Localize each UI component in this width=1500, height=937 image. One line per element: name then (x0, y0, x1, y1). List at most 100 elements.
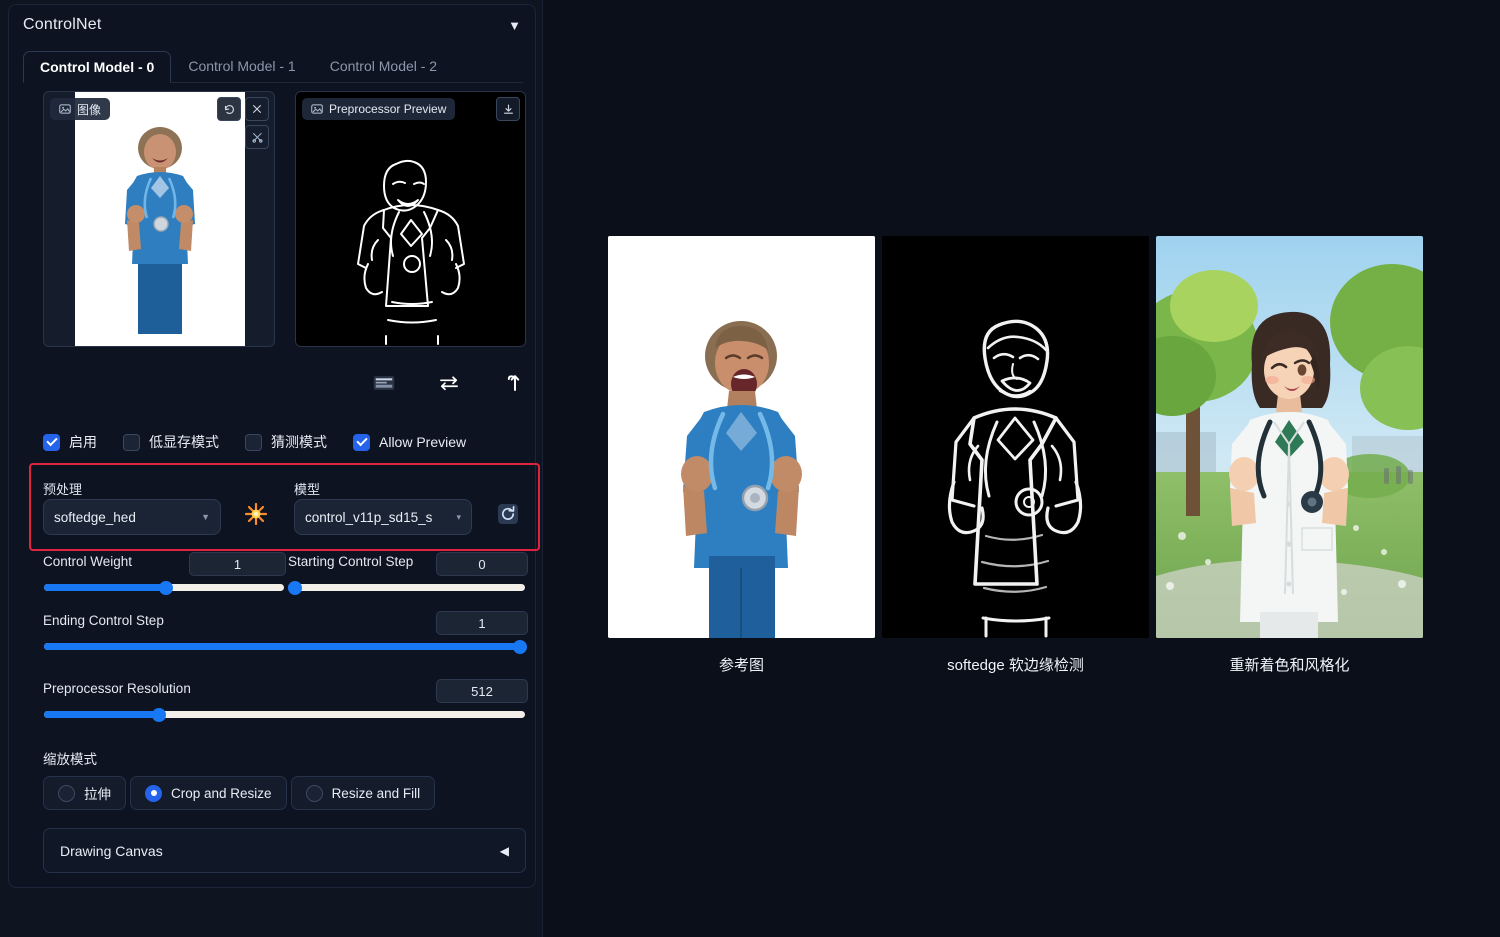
starting-control-step-value[interactable]: 0 (436, 552, 528, 576)
slider-fill (44, 711, 159, 718)
tab-control-model-2[interactable]: Control Model - 2 (313, 50, 454, 82)
softedge-edge-map (882, 236, 1149, 638)
tab-control-model-0[interactable]: Control Model - 0 (23, 51, 171, 83)
control-weight-slider[interactable] (44, 584, 284, 591)
radio-circle (58, 785, 75, 802)
nurse-reference-photo (608, 236, 875, 638)
checkbox-label: 猜测模式 (271, 432, 327, 452)
edit-scissors-icon[interactable] (245, 125, 269, 149)
gallery-item-softedge[interactable]: softedge 软边缘检测 (882, 236, 1149, 638)
page-title: ControlNet (23, 16, 101, 34)
preprocessor-label: 预处理 (43, 479, 82, 498)
radio-label: Resize and Fill (332, 786, 421, 801)
upload-arrow-icon[interactable] (499, 370, 529, 396)
checkbox-allow-preview[interactable]: Allow Preview (353, 434, 466, 451)
image-boxes-row: 图像 (43, 91, 526, 349)
camera-card-icon[interactable] (369, 370, 399, 396)
radio-crop-and-resize[interactable]: Crop and Resize (130, 776, 287, 810)
stylized-nurse-render (1156, 236, 1423, 638)
starting-control-step-slider[interactable] (288, 584, 525, 591)
checkbox-low-vram[interactable]: 低显存模式 (123, 432, 219, 452)
nurse-photo-thumb (75, 92, 245, 347)
slider-knob[interactable] (513, 640, 527, 654)
checkbox-enable[interactable]: 启用 (43, 432, 97, 452)
input-photo (75, 92, 245, 346)
option-checkbox-row: 启用 低显存模式 猜测模式 Allow Preview (43, 429, 526, 455)
ending-control-step-label: Ending Control Step (43, 613, 164, 628)
control-weight-value[interactable]: 1 (189, 552, 286, 576)
tab-label: Control Model - 0 (40, 59, 154, 75)
control-weight-label: Control Weight (43, 554, 132, 569)
preprocessor-select[interactable]: softedge_hed ▼ (43, 499, 221, 535)
gallery-caption: softedge 软边缘检测 (882, 654, 1149, 675)
checkbox-box (123, 434, 140, 451)
preprocessor-resolution-label: Preprocessor Resolution (43, 681, 191, 696)
checkbox-label: Allow Preview (379, 434, 466, 450)
drawing-canvas-accordion[interactable]: Drawing Canvas ◀ (43, 828, 526, 873)
checkbox-box (353, 434, 370, 451)
tab-label: Control Model - 1 (188, 58, 295, 74)
input-image-tag-label: 图像 (77, 101, 101, 118)
radio-circle (306, 785, 323, 802)
preprocessor-value: softedge_hed (54, 510, 195, 525)
checkbox-label: 低显存模式 (149, 432, 219, 452)
checkbox-label: 启用 (69, 432, 97, 452)
controlnet-panel-body: ControlNet ▼ Control Model - 0 Control M… (8, 4, 536, 888)
preprocessor-preview-box[interactable]: Preprocessor Preview (295, 91, 526, 347)
tab-control-model-1[interactable]: Control Model - 1 (171, 50, 312, 82)
resize-mode-label: 缩放模式 (43, 748, 97, 768)
ending-control-step-value[interactable]: 1 (436, 611, 528, 635)
checkbox-guess-mode[interactable]: 猜测模式 (245, 432, 327, 452)
refresh-icon[interactable] (494, 501, 521, 527)
undo-icon[interactable] (217, 97, 241, 121)
spark-burst-icon[interactable] (241, 499, 271, 529)
model-select[interactable]: control_v11p_sd15_s ▾ (294, 499, 472, 535)
slider-fill (44, 584, 166, 591)
slider-knob[interactable] (288, 581, 302, 595)
input-image-tag: 图像 (50, 98, 110, 120)
controlnet-header: ControlNet ▼ (9, 5, 535, 45)
tab-label: Control Model - 2 (330, 58, 437, 74)
model-value: control_v11p_sd15_s (305, 510, 450, 525)
stylized-image[interactable] (1156, 236, 1423, 638)
slider-fill (44, 643, 525, 650)
image-icon (311, 103, 323, 115)
result-gallery: 参考图 (608, 236, 1423, 686)
chevron-down-icon: ▾ (456, 512, 461, 523)
radio-resize-and-fill[interactable]: Resize and Fill (291, 776, 436, 810)
radio-label: 拉伸 (84, 783, 111, 803)
image-action-icons (369, 367, 529, 399)
slider-knob[interactable] (152, 708, 166, 722)
close-icon[interactable] (245, 97, 269, 121)
ending-control-step-slider[interactable] (44, 643, 525, 650)
checkbox-box (43, 434, 60, 451)
radio-label: Crop and Resize (171, 786, 272, 801)
slider-knob[interactable] (159, 581, 173, 595)
preview-corner-buttons (496, 97, 520, 121)
download-icon[interactable] (496, 97, 520, 121)
preprocessor-resolution-value[interactable]: 512 (436, 679, 528, 703)
swap-arrows-icon[interactable] (434, 370, 464, 396)
model-label: 模型 (294, 479, 320, 498)
reference-image[interactable] (608, 236, 875, 638)
checkbox-box (245, 434, 262, 451)
gallery-item-stylized[interactable]: 重新着色和风格化 (1156, 236, 1423, 638)
radio-circle (145, 785, 162, 802)
input-image-box[interactable]: 图像 (43, 91, 275, 347)
resize-mode-radio-group: 拉伸 Crop and Resize Resize and Fill (43, 776, 435, 810)
preprocessor-resolution-slider[interactable] (44, 711, 525, 718)
control-model-tabs: Control Model - 0 Control Model - 1 Cont… (23, 50, 523, 83)
chevron-down-icon: ▼ (201, 512, 210, 522)
softedge-preview-thumb (296, 92, 526, 347)
gallery-caption: 重新着色和风格化 (1156, 654, 1423, 675)
gallery-item-reference[interactable]: 参考图 (608, 236, 875, 638)
chevron-left-icon: ◀ (500, 844, 509, 858)
chevron-down-icon[interactable]: ▼ (508, 19, 521, 32)
input-image-corner-buttons (217, 97, 269, 121)
preprocessor-preview-tag: Preprocessor Preview (302, 98, 455, 120)
preprocessor-preview-tag-label: Preprocessor Preview (329, 102, 446, 116)
controlnet-panel: ControlNet ▼ Control Model - 0 Control M… (0, 0, 543, 937)
drawing-canvas-label: Drawing Canvas (60, 843, 163, 859)
softedge-image[interactable] (882, 236, 1149, 638)
radio-stretch[interactable]: 拉伸 (43, 776, 126, 810)
